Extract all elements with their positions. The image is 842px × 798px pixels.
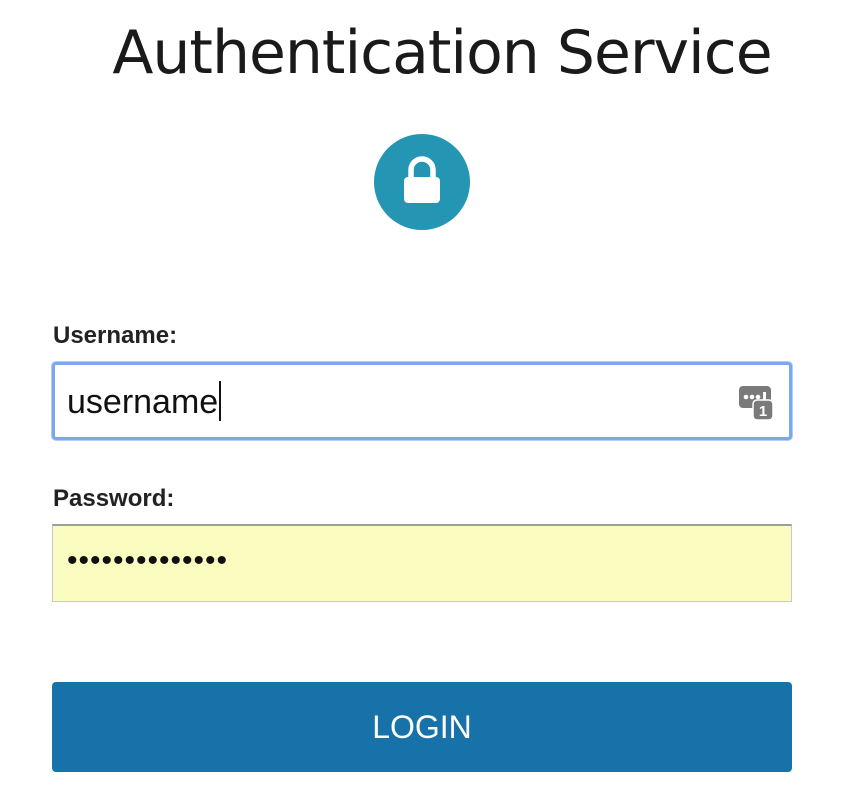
username-field[interactable]: username 1 <box>52 362 792 440</box>
username-label: Username: <box>53 322 178 349</box>
lock-icon <box>404 156 440 203</box>
username-value: username <box>67 383 219 421</box>
password-value: •••••••••••••• <box>67 544 229 577</box>
text-caret <box>219 381 222 421</box>
password-manager-key-icon[interactable]: 1 <box>739 384 773 420</box>
autofill-badge: 1 <box>759 403 767 420</box>
login-button[interactable]: LOGIN <box>52 682 792 772</box>
lock-badge <box>374 134 470 230</box>
password-field[interactable]: •••••••••••••• <box>52 524 792 602</box>
page-title: Authentication Service <box>112 18 772 88</box>
password-label: Password: <box>53 485 175 512</box>
